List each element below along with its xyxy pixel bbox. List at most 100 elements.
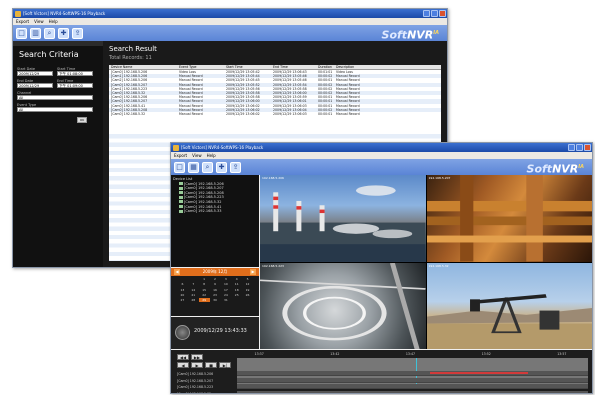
calendar-day[interactable]: 6 <box>177 282 188 286</box>
col-device-name[interactable]: Device Name <box>109 65 179 69</box>
export-icon[interactable]: ⇪ <box>230 161 241 173</box>
device-label: [Cam0] 192.168.5.207 <box>184 186 224 191</box>
timeline-track[interactable] <box>237 384 588 389</box>
settings-icon[interactable]: ✚ <box>216 161 227 173</box>
menu-help[interactable]: Help <box>207 152 216 159</box>
calendar-panel: ◀ 2009年 12月 ▶ 1 2 3 4 5 6 7 8 9 10 11 12 13 14 15 16 17 1… <box>171 268 259 316</box>
rewind-button[interactable]: ◀◀ <box>177 354 189 360</box>
menu-export[interactable]: Export <box>174 152 187 159</box>
calendar-day[interactable]: 17 <box>220 288 231 292</box>
window-titlebar[interactable]: [Soft Victors] NVR4-SoftWPS-16 Playback <box>171 143 592 152</box>
quad-view-icon[interactable]: ▦ <box>188 161 199 173</box>
video-tile[interactable]: 192.168.5.223 <box>260 262 426 349</box>
close-button[interactable] <box>584 144 591 151</box>
calendar-day[interactable]: 27 <box>177 298 188 302</box>
calendar-day[interactable]: 26 <box>242 293 253 297</box>
next-frame-button[interactable]: ▶| <box>219 362 231 368</box>
col-start-time[interactable]: Start Time <box>226 65 273 69</box>
calendar-day[interactable]: 2 <box>210 277 221 281</box>
toolbar: □ ▥ ⌕ ✚ ⇪ SoftNVRIA <box>13 25 447 42</box>
calendar-day[interactable]: 20 <box>177 293 188 297</box>
forward-button[interactable]: ▶▶ <box>191 354 203 360</box>
playback-dial[interactable] <box>175 325 190 340</box>
stop-button[interactable]: ■ <box>205 362 217 368</box>
calendar-day[interactable]: 12 <box>242 282 253 286</box>
calendar-day[interactable]: 24 <box>220 293 231 297</box>
minimize-button[interactable] <box>568 144 575 151</box>
app-icon <box>15 10 21 17</box>
calendar-day[interactable]: 4 <box>231 277 242 281</box>
start-time-field[interactable]: 下午 01:08:00 <box>57 71 93 76</box>
export-icon[interactable]: ⇪ <box>72 27 83 39</box>
calendar-day[interactable]: 23 <box>210 293 221 297</box>
calendar-day[interactable]: 25 <box>231 293 242 297</box>
timeline-track[interactable] <box>237 371 588 376</box>
video-tile[interactable]: 192.168.5.206 <box>260 175 426 262</box>
single-view-icon[interactable]: □ <box>16 27 27 39</box>
close-button[interactable] <box>439 10 446 17</box>
prev-frame-button[interactable]: ◀ <box>177 362 189 368</box>
play-button[interactable]: ▶ <box>191 362 203 368</box>
timeline-track[interactable] <box>237 377 588 383</box>
search-icon[interactable]: ⌕ <box>202 161 213 173</box>
settings-icon[interactable]: ✚ <box>58 27 69 39</box>
pumpjack-video-icon <box>426 293 592 349</box>
calendar-day[interactable]: 29 <box>198 298 210 303</box>
col-description[interactable]: Description <box>336 65 441 69</box>
menu-bar: Export View Help <box>171 152 592 159</box>
window-titlebar[interactable]: [Soft Victors] NVR4-SoftWPS-16 Playback <box>13 9 447 18</box>
minimize-button[interactable] <box>423 10 430 17</box>
video-tile[interactable]: 192.168.5.32 <box>426 262 592 349</box>
menu-export[interactable]: Export <box>16 18 29 25</box>
calendar-day[interactable]: 16 <box>210 288 221 292</box>
calendar-day[interactable]: 8 <box>199 282 210 286</box>
col-duration[interactable]: Duration <box>318 65 336 69</box>
window-title: [Soft Victors] NVR4-SoftWPS-16 Playback <box>181 145 264 150</box>
channel-select[interactable]: All <box>17 95 93 100</box>
timeline-tracks[interactable] <box>237 358 588 393</box>
event-type-select[interactable]: All <box>17 107 93 112</box>
calendar-day[interactable]: 18 <box>231 288 242 292</box>
menu-view[interactable]: View <box>34 18 44 25</box>
camera-icon <box>179 195 183 199</box>
next-month-button[interactable]: ▶ <box>250 269 256 275</box>
calendar-day[interactable]: 11 <box>231 282 242 286</box>
calendar-day[interactable]: 30 <box>210 298 221 302</box>
calendar-day[interactable]: 9 <box>210 282 221 286</box>
calendar-day[interactable]: 19 <box>242 288 253 292</box>
calendar-day[interactable]: 31 <box>220 298 231 302</box>
calendar-day[interactable]: 5 <box>242 277 253 281</box>
search-ok-button[interactable]: OK <box>77 117 87 123</box>
table-row[interactable]: [Cam0] 192.168.5.32 Manual Record 2009/12/… <box>109 112 441 116</box>
timeline-track[interactable] <box>237 390 588 393</box>
calendar-day[interactable]: 10 <box>220 282 231 286</box>
camera-icon <box>179 191 183 195</box>
video-tile[interactable]: 192.168.5.207 <box>426 175 592 262</box>
calendar-day[interactable]: 22 <box>199 293 210 297</box>
device-label: [Cam0] 192.168.5.41 <box>184 204 222 209</box>
tank-video-icon <box>260 262 426 349</box>
end-date-field[interactable]: 2009/12/29 <box>17 83 53 88</box>
prev-month-button[interactable]: ◀ <box>174 269 180 275</box>
calendar-day[interactable]: 13 <box>177 288 188 292</box>
col-event-type[interactable]: Event Type <box>179 65 226 69</box>
calendar-day[interactable]: 14 <box>188 288 199 292</box>
single-view-icon[interactable]: □ <box>174 161 185 173</box>
calendar-day[interactable]: 1 <box>199 277 210 281</box>
menu-help[interactable]: Help <box>49 18 58 25</box>
calendar-day[interactable]: 21 <box>188 293 199 297</box>
end-time-field[interactable]: 下午 01:09:00 <box>57 83 93 88</box>
recording-segment <box>430 372 529 374</box>
maximize-button[interactable] <box>576 144 583 151</box>
calendar-day[interactable]: 7 <box>188 282 199 286</box>
split-view-icon[interactable]: ▥ <box>30 27 41 39</box>
calendar-day[interactable]: 3 <box>220 277 231 281</box>
search-icon[interactable]: ⌕ <box>44 27 55 39</box>
start-date-field[interactable]: 2009/12/29 <box>17 71 53 76</box>
col-end-time[interactable]: End Time <box>273 65 318 69</box>
menu-view[interactable]: View <box>192 152 202 159</box>
calendar-day[interactable]: 15 <box>199 288 210 292</box>
device-item[interactable]: [Cam0] 192.168.5.33 <box>173 209 257 214</box>
calendar-day[interactable]: 28 <box>188 298 199 302</box>
maximize-button[interactable] <box>431 10 438 17</box>
